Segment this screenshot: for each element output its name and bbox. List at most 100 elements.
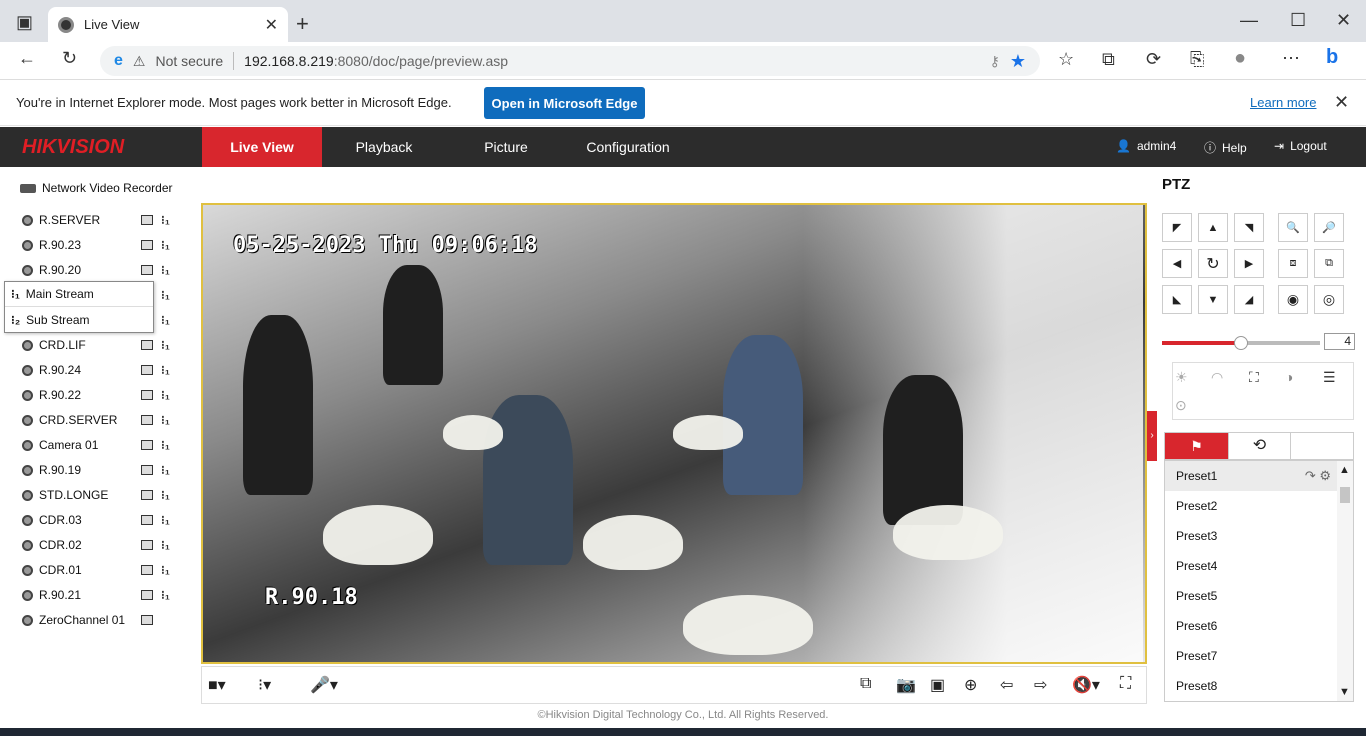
share-icon[interactable]: ⎘ bbox=[1190, 49, 1204, 70]
light-icon[interactable]: ☀ bbox=[1175, 369, 1188, 386]
focus-near-button[interactable]: ⧈ bbox=[1278, 249, 1308, 278]
channel-item[interactable]: R.90.19 ⁝₁ bbox=[22, 460, 182, 480]
stream-type-icon[interactable]: ⁝₁ bbox=[161, 388, 170, 402]
live-video-window[interactable]: 05-25-2023 Thu 09:06:18 R.90.18 bbox=[201, 203, 1147, 664]
preset-item[interactable]: Preset4 bbox=[1165, 551, 1353, 581]
stream-select-icon[interactable]: ⁝▾ bbox=[258, 675, 271, 695]
lens-init-icon[interactable]: ◑ bbox=[1285, 369, 1293, 385]
ptz-down-right-button[interactable]: ◢ bbox=[1234, 285, 1264, 314]
learn-more-link[interactable]: Learn more bbox=[1250, 95, 1316, 110]
capture-icon[interactable]: 📷 bbox=[896, 675, 916, 695]
stream-type-icon[interactable]: ⁝₁ bbox=[161, 488, 170, 502]
channel-item[interactable]: R.90.21 ⁝₁ bbox=[22, 585, 182, 605]
record-status-icon[interactable] bbox=[141, 265, 153, 275]
zoom-in-button[interactable]: 🔎 bbox=[1314, 213, 1344, 242]
open-in-edge-button[interactable]: Open in Microsoft Edge bbox=[484, 87, 645, 119]
scroll-down-icon[interactable]: ▼ bbox=[1339, 686, 1350, 698]
channel-item[interactable]: R.90.22 ⁝₁ bbox=[22, 385, 182, 405]
aux-focus-icon[interactable]: ⛶ bbox=[1249, 369, 1259, 386]
stream-type-icon[interactable]: ⁝₁ bbox=[161, 288, 170, 302]
record-status-icon[interactable] bbox=[141, 615, 153, 625]
stream-type-icon[interactable]: ⁝₁ bbox=[161, 438, 170, 452]
record-status-icon[interactable] bbox=[141, 590, 153, 600]
maximize-icon[interactable]: ☐ bbox=[1290, 10, 1306, 31]
ptz-down-left-button[interactable]: ◣ bbox=[1162, 285, 1192, 314]
more-menu-icon[interactable]: ⋯ bbox=[1282, 48, 1300, 69]
tab-actions-icon[interactable]: ▣ bbox=[16, 12, 33, 33]
stream-type-icon[interactable]: ⁝₁ bbox=[161, 513, 170, 527]
stream-type-icon[interactable]: ⁝₁ bbox=[161, 238, 170, 252]
iris-open-button[interactable]: ◉ bbox=[1278, 285, 1308, 314]
ptz-up-button[interactable]: ▲ bbox=[1198, 213, 1228, 242]
channel-item[interactable]: R.90.24 ⁝₁ bbox=[22, 360, 182, 380]
ptz-speed-slider[interactable] bbox=[1162, 336, 1320, 350]
minimize-icon[interactable]: — bbox=[1240, 10, 1258, 31]
favorite-star-icon[interactable]: ★ bbox=[1010, 51, 1026, 72]
ptz-collapse-handle[interactable]: › bbox=[1147, 411, 1157, 461]
nav-playback[interactable]: Playback bbox=[324, 127, 444, 167]
iris-close-button[interactable]: ◎ bbox=[1314, 285, 1344, 314]
record-status-icon[interactable] bbox=[141, 340, 153, 350]
preset-item[interactable]: Preset2 bbox=[1165, 491, 1353, 521]
record-status-icon[interactable] bbox=[141, 515, 153, 525]
record-status-icon[interactable] bbox=[141, 390, 153, 400]
security-label[interactable]: Not secure bbox=[155, 53, 223, 69]
url-text[interactable]: 192.168.8.219:8080/doc/page/preview.asp bbox=[244, 53, 508, 69]
preset-scrollbar[interactable]: ▲ ▼ bbox=[1337, 461, 1353, 701]
help-link[interactable]: ⓘ Help bbox=[1204, 139, 1247, 156]
channel-item[interactable]: Camera 01 ⁝₁ bbox=[22, 435, 182, 455]
tab-patrols[interactable]: ⟲ bbox=[1228, 433, 1291, 459]
record-status-icon[interactable] bbox=[141, 490, 153, 500]
scroll-up-icon[interactable]: ▲ bbox=[1339, 464, 1350, 476]
preset-item[interactable]: Preset7 bbox=[1165, 641, 1353, 671]
browser-tab[interactable]: Live View ✕ bbox=[48, 7, 288, 42]
stream-type-icon[interactable]: ⁝₁ bbox=[161, 363, 170, 377]
set-preset-icon[interactable]: ⚙ bbox=[1319, 468, 1331, 483]
channel-item[interactable]: CRD.SERVER ⁝₁ bbox=[22, 410, 182, 430]
tab-presets[interactable]: ⚑ bbox=[1165, 433, 1228, 459]
zoom-out-button[interactable]: 🔍 bbox=[1278, 213, 1308, 242]
stream-type-icon[interactable]: ⁝₁ bbox=[161, 413, 170, 427]
channel-item[interactable]: ZeroChannel 01 bbox=[22, 610, 182, 630]
call-preset-icon[interactable]: ↷ bbox=[1305, 468, 1320, 483]
channel-item[interactable]: CRD.LIF ⁝₁ bbox=[22, 335, 182, 355]
stream-type-icon[interactable]: ⁝₁ bbox=[161, 538, 170, 552]
profile-avatar-icon[interactable]: ● bbox=[1234, 47, 1246, 70]
channel-item[interactable]: CDR.01 ⁝₁ bbox=[22, 560, 182, 580]
stream-type-icon[interactable]: ⁝₁ bbox=[161, 263, 170, 277]
preset-item[interactable]: Preset6 bbox=[1165, 611, 1353, 641]
ptz-up-left-button[interactable]: ◤ bbox=[1162, 213, 1192, 242]
volume-muted-icon[interactable]: 🔇▾ bbox=[1072, 675, 1100, 695]
fullscreen-icon[interactable]: ⛶ bbox=[1120, 675, 1131, 693]
stream-type-icon[interactable]: ⁝₁ bbox=[161, 463, 170, 477]
record-status-icon[interactable] bbox=[141, 440, 153, 450]
nav-configuration[interactable]: Configuration bbox=[568, 127, 688, 167]
microphone-icon[interactable]: 🎤▾ bbox=[310, 675, 338, 695]
stream-type-icon[interactable]: ⁝₁ bbox=[161, 313, 170, 327]
refresh-icon[interactable]: ↻ bbox=[62, 48, 77, 69]
scroll-thumb[interactable] bbox=[1340, 487, 1350, 503]
infobar-close-icon[interactable]: ✕ bbox=[1334, 92, 1349, 113]
next-page-icon[interactable]: ⇨ bbox=[1034, 675, 1047, 695]
ie-mode-icon[interactable]: e bbox=[114, 52, 123, 70]
preset-item[interactable]: Preset5 bbox=[1165, 581, 1353, 611]
new-tab-icon[interactable]: + bbox=[296, 11, 309, 37]
tab-close-icon[interactable]: ✕ bbox=[265, 15, 278, 35]
record-status-icon[interactable] bbox=[141, 540, 153, 550]
ptz-up-right-button[interactable]: ◥ bbox=[1234, 213, 1264, 242]
channel-item[interactable]: CDR.03 ⁝₁ bbox=[22, 510, 182, 530]
ptz-right-button[interactable]: ▶ bbox=[1234, 249, 1264, 278]
stop-all-icon[interactable]: ⧉ bbox=[860, 675, 871, 693]
preset-item[interactable]: Preset3 bbox=[1165, 521, 1353, 551]
window-layout-icon[interactable]: ■▾ bbox=[208, 675, 226, 695]
record-status-icon[interactable] bbox=[141, 415, 153, 425]
ie-reload-icon[interactable]: ⟳ bbox=[1146, 49, 1161, 70]
key-icon[interactable]: ⚷ bbox=[990, 53, 1000, 70]
logout-link[interactable]: ⇥ Logout bbox=[1274, 139, 1327, 153]
address-bar[interactable]: e ⚠ Not secure 192.168.8.219:8080/doc/pa… bbox=[100, 46, 1040, 76]
channel-item[interactable]: R.90.20 ⁝₁ bbox=[22, 260, 182, 280]
record-status-icon[interactable] bbox=[141, 215, 153, 225]
channel-item[interactable]: CDR.02 ⁝₁ bbox=[22, 535, 182, 555]
channel-item[interactable]: R.SERVER ⁝₁ bbox=[22, 210, 182, 230]
favorites-icon[interactable]: ☆ bbox=[1058, 49, 1074, 70]
